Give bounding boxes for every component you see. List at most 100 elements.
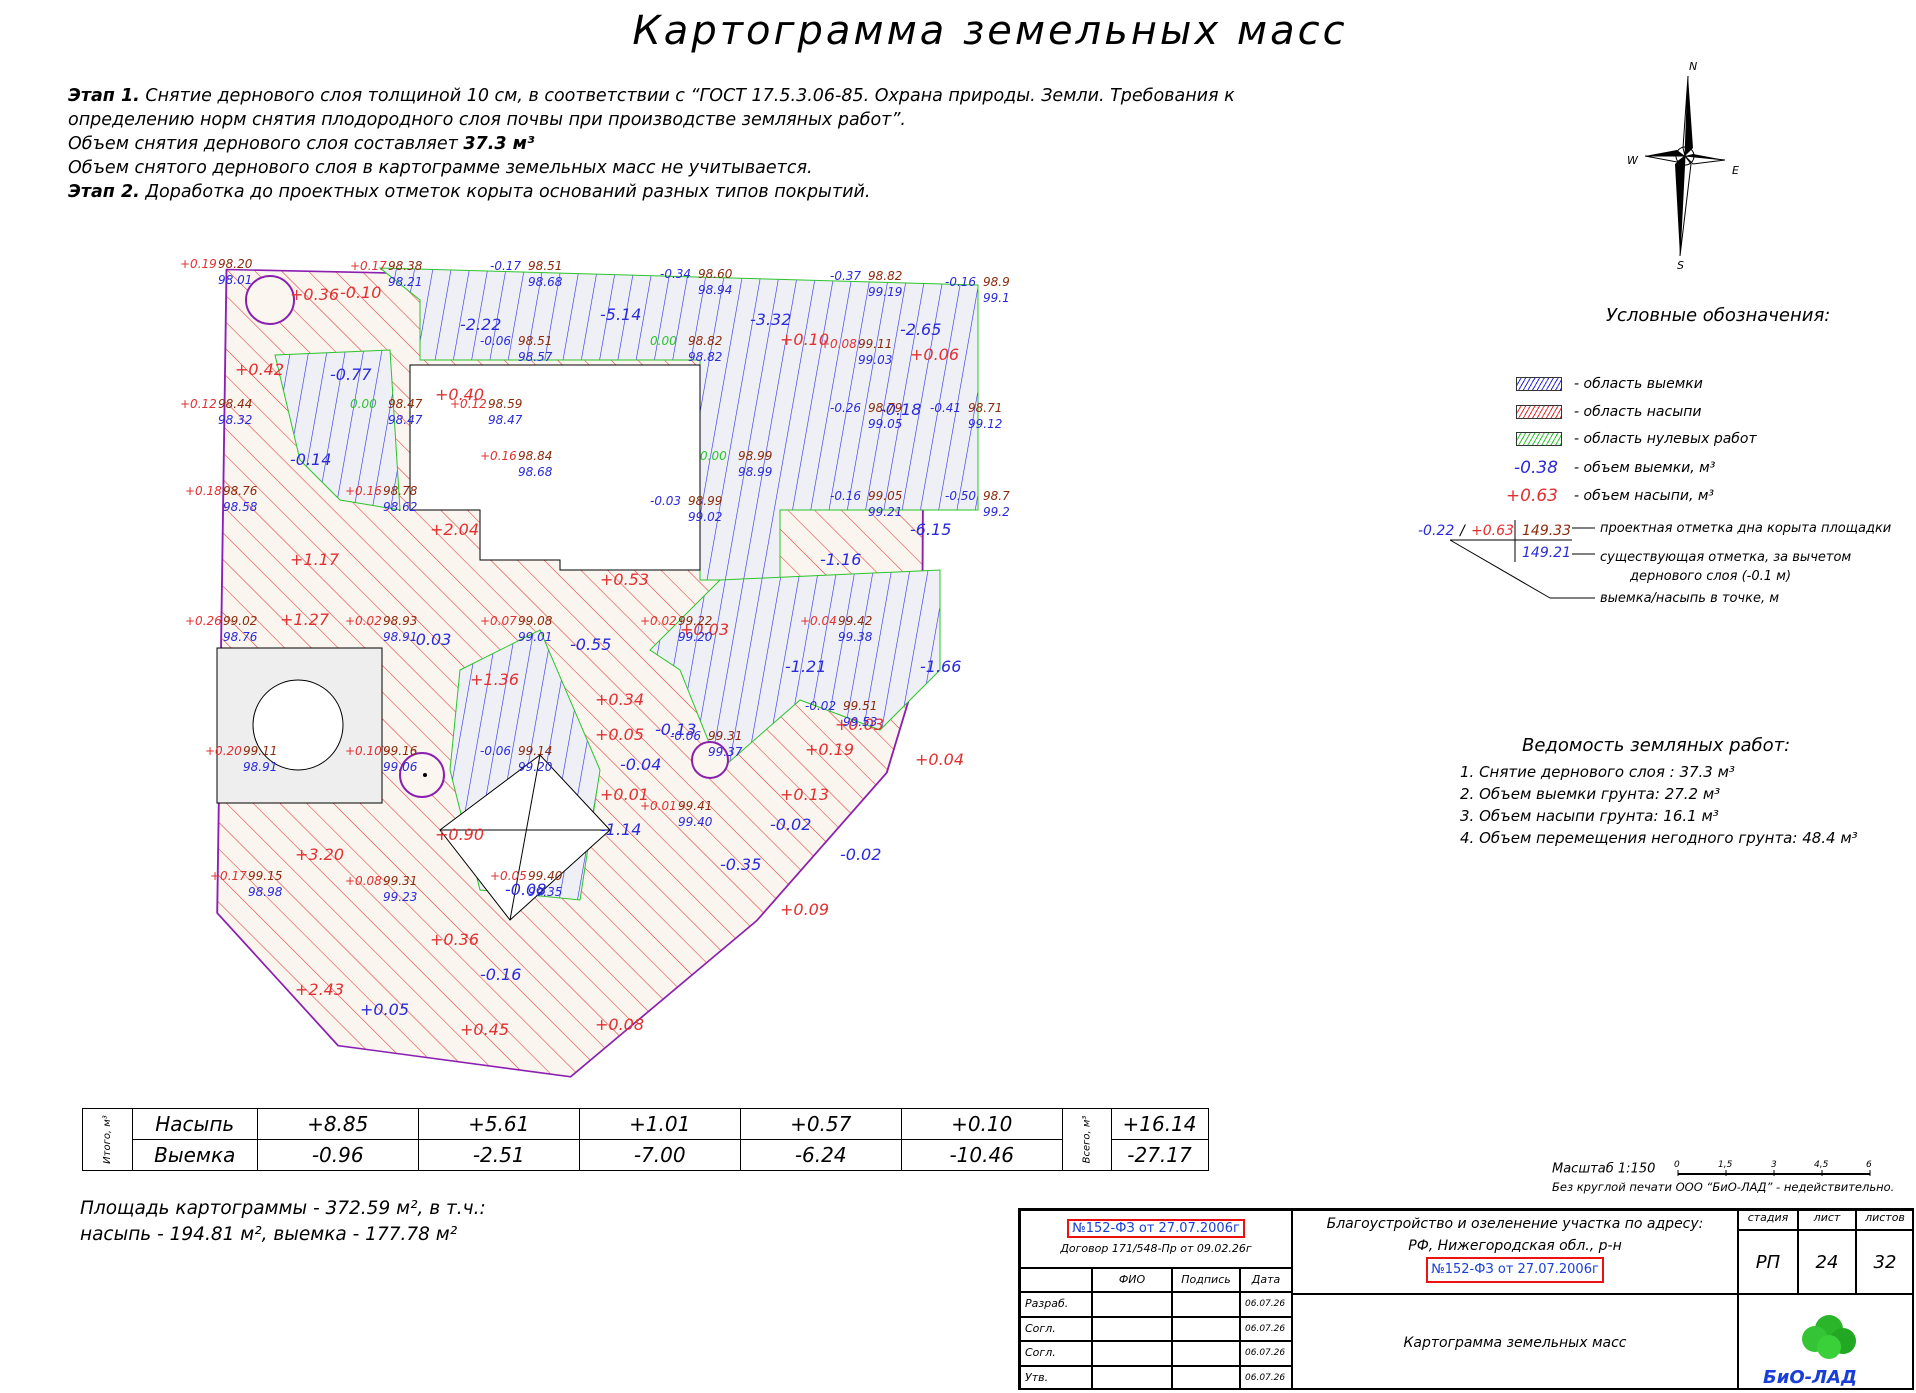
volume-label: +0.05 — [595, 725, 644, 744]
point-existing-mark: 98.47 — [488, 413, 523, 427]
row-label: Выемка — [131, 1139, 258, 1171]
signer-name — [1092, 1341, 1172, 1366]
signer-role: Разраб. — [1020, 1292, 1092, 1317]
tree-icon — [423, 773, 427, 777]
point-cutfill: 0.00 — [700, 449, 727, 463]
point-design-mark: 99.15 — [248, 869, 282, 883]
volume-label: -3.32 — [750, 310, 791, 329]
volume-label: +0.09 — [780, 900, 829, 919]
point-cutfill: +0.26 — [185, 614, 222, 628]
cell: -0.96 — [256, 1139, 419, 1171]
signer-role: Согл. — [1020, 1341, 1092, 1366]
signer-signature — [1172, 1365, 1240, 1390]
point-design-mark: 98.84 — [518, 449, 552, 463]
volume-label: +0.34 — [595, 690, 644, 709]
signer-name — [1092, 1316, 1172, 1341]
point-cutfill: +0.07 — [480, 614, 517, 628]
cell: +5.61 — [417, 1108, 580, 1140]
legend-cut-volume: -0.38- объем выемки, м³ — [1514, 458, 1716, 478]
point-design-mark: 98.51 — [518, 334, 552, 348]
point-existing-mark: 99.28 — [983, 505, 1010, 519]
legend-fill-area: - область насыпи — [1516, 404, 1702, 420]
point-cutfill: +0.16 — [345, 484, 382, 498]
compass-e: E — [1732, 164, 1739, 177]
point-existing-mark: 99.19 — [868, 285, 902, 299]
point-design-mark: 98.82 — [868, 269, 902, 283]
law-ref: №152-ФЗ от 27.07.2006г — [1067, 1219, 1245, 1238]
svg-text:6: 6 — [1866, 1160, 1872, 1170]
point-design-mark: 98.20 — [218, 257, 253, 271]
signer-name — [1092, 1365, 1172, 1390]
point-design-mark: 99.16 — [383, 744, 418, 758]
point-cutfill: -0.26 — [830, 401, 861, 415]
svg-text:-0.22: -0.22 — [1418, 523, 1454, 539]
point-existing-mark: 98.57 — [518, 350, 553, 364]
cell: -6.24 — [739, 1139, 902, 1171]
point-cutfill: -0.16 — [830, 489, 861, 503]
signer-signature — [1172, 1341, 1240, 1366]
point-design-mark: 98.79 — [868, 401, 902, 415]
point-design-mark: 98.99 — [688, 494, 722, 508]
point-existing-mark: 98.98 — [248, 885, 283, 899]
table-row: Итого, м³ Насыпь +8.85 +5.61 +1.01 +0.57… — [82, 1108, 1209, 1171]
point-existing-mark: 98.32 — [218, 413, 252, 427]
svg-text:0: 0 — [1674, 1160, 1680, 1170]
point-cutfill: -0.37 — [830, 269, 861, 283]
point-existing-mark: 99.38 — [838, 630, 873, 644]
volume-label: +0.04 — [915, 750, 964, 769]
point-cutfill: -0.06 — [480, 334, 511, 348]
point-cutfill: +0.08 — [345, 874, 382, 888]
point-existing-mark: 98.91 — [383, 630, 417, 644]
col-fio: ФИО — [1092, 1268, 1172, 1292]
point-cutfill: +0.04 — [800, 614, 837, 628]
stamp-warning: Без круглой печати ООО “БиО-ЛАД” - недей… — [1552, 1180, 1895, 1194]
cut-swatch — [1516, 377, 1562, 391]
volume-label: +0.42 — [235, 360, 284, 379]
cell: -7.00 — [578, 1139, 741, 1171]
svg-text:+0.63: +0.63 — [1471, 523, 1514, 539]
sheet-value: 24 — [1798, 1230, 1856, 1294]
col-stage: стадия — [1738, 1210, 1798, 1230]
stage-notes: Этап 1. Снятие дернового слоя толщиной 1… — [68, 84, 1235, 204]
signer-role: Согл. — [1020, 1316, 1092, 1341]
earthworks-item: 4. Объем перемещения негодного грунта: 4… — [1460, 829, 1858, 847]
point-cutfill: -0.03 — [650, 494, 681, 508]
volume-label: -1.14 — [600, 820, 641, 839]
point-design-mark: 99.51 — [843, 699, 877, 713]
volume-label: +0.90 — [435, 825, 484, 844]
legend-point-key: -0.22 / +0.63 149.33 149.21 проектная от… — [1418, 520, 1891, 606]
point-existing-mark: 99.37 — [708, 745, 743, 759]
total-cell: +16.14 — [1110, 1108, 1209, 1140]
col-sheet: лист — [1798, 1210, 1856, 1230]
area-summary: Площадь картограммы - 372.59 м², в т.ч.:… — [80, 1196, 486, 1248]
volume-label: -1.21 — [785, 657, 826, 676]
cell: -10.46 — [900, 1139, 1063, 1171]
cartogram-plan: +0.36 -0.10-2.22-5.14 -3.32+0.10-2.65+0.06… — [180, 257, 1010, 1078]
point-existing-mark: 99.20 — [678, 630, 713, 644]
stage1-label: Этап 1. — [68, 86, 140, 106]
point-existing-mark: 99.40 — [678, 815, 713, 829]
point-design-mark: 99.41 — [678, 799, 712, 813]
volume-label: +0.19 — [805, 740, 854, 759]
point-existing-mark: 98.82 — [688, 350, 722, 364]
volume-label: +0.36 — [430, 930, 479, 949]
point-design-mark: 99.31 — [708, 729, 742, 743]
volume-label: -6.15 — [910, 520, 951, 539]
address-line: Благоустройство и озеленение участка по … — [1326, 1216, 1704, 1232]
point-design-mark: 98.76 — [223, 484, 258, 498]
point-cutfill: -0.06 — [670, 729, 701, 743]
point-design-mark: 99.42 — [838, 614, 872, 628]
scale-bar: Масштаб 1:150 0 1,5 3 4,5 6 — [1552, 1158, 1874, 1180]
signer-date: 06.07.26 — [1240, 1341, 1292, 1366]
point-cutfill: -0.34 — [660, 267, 691, 281]
contract-number: Договор 171/548-Пр от 09.02.26г — [1060, 1242, 1252, 1255]
point-design-mark: 99.14 — [518, 744, 552, 758]
volume-label: -2.22 — [460, 315, 501, 334]
law-ref-cell: №152-ФЗ от 27.07.2006г Договор 171/548-П… — [1020, 1210, 1292, 1268]
volume-label: +0.13 — [780, 785, 829, 804]
legend-fill-volume: +0.63- объем насыпи, м³ — [1505, 486, 1715, 506]
sod-volume-text: Объем снятия дернового слоя составляет — [68, 134, 458, 154]
point-existing-mark: 98.94 — [698, 283, 732, 297]
cell: -2.51 — [417, 1139, 580, 1171]
point-cutfill: -0.50 — [945, 489, 976, 503]
